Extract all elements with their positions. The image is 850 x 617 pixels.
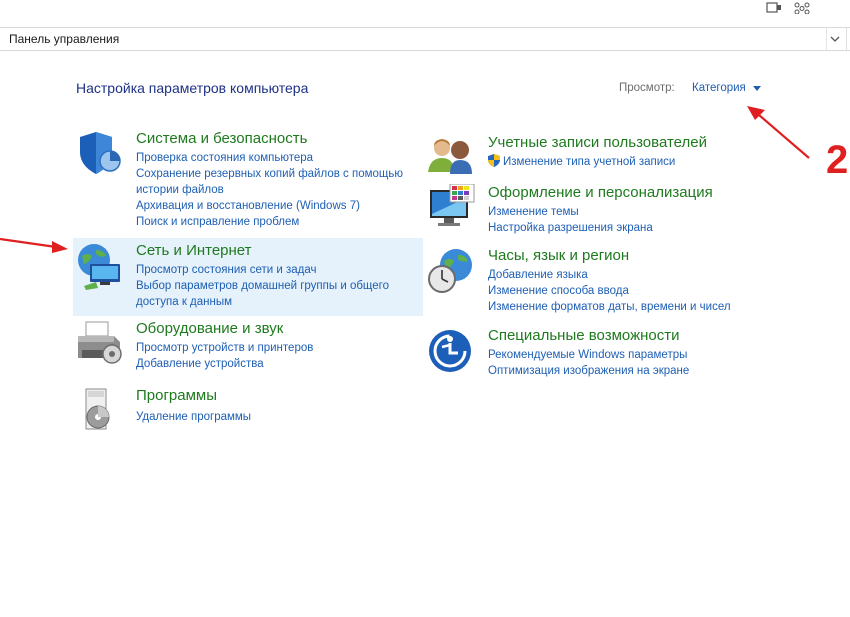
focus-assist-icon[interactable] <box>794 1 810 15</box>
link-troubleshoot[interactable]: Поиск и исправление проблем <box>136 214 421 230</box>
link-change-account-type[interactable]: Изменение типа учетной записи <box>488 154 675 172</box>
link-change-theme[interactable]: Изменение темы <box>488 204 653 220</box>
programs-disc-icon <box>76 387 124 435</box>
address-path[interactable]: Панель управления <box>9 32 119 46</box>
link-date-formats[interactable]: Изменение форматов даты, времени и чисел <box>488 299 731 315</box>
category-title[interactable]: Программы <box>136 387 217 404</box>
category-title[interactable]: Часы, язык и регион <box>488 247 629 264</box>
link-add-language[interactable]: Добавление языка <box>488 267 731 283</box>
network-globe-icon <box>76 242 124 290</box>
uac-shield-icon <box>488 154 500 172</box>
annotation-arrow-left <box>0 237 68 253</box>
link-file-history[interactable]: Сохранение резервных копий файлов с помо… <box>136 166 421 198</box>
link-input-method[interactable]: Изменение способа ввода <box>488 283 731 299</box>
view-by-dropdown[interactable]: Категория <box>692 82 746 94</box>
link-backup-restore[interactable]: Архивация и восстановление (Windows 7) <box>136 198 421 214</box>
category-hardware-sound[interactable]: Оборудование и звук Просмотр устройств и… <box>76 320 426 380</box>
window-snap-icon[interactable] <box>766 1 782 15</box>
page-title: Настройка параметров компьютера <box>76 80 309 96</box>
category-clock-region[interactable]: Часы, язык и регион Добавление языка Изм… <box>428 247 758 315</box>
category-title[interactable]: Специальные возможности <box>488 327 680 344</box>
link-screen-resolution[interactable]: Настройка разрешения экрана <box>488 220 653 236</box>
link-network-status[interactable]: Просмотр состояния сети и задач <box>136 262 421 278</box>
shield-icon <box>76 130 124 178</box>
monitor-palette-icon <box>428 183 476 232</box>
view-by-label: Просмотр: <box>619 82 675 94</box>
address-bar[interactable]: Панель управления <box>0 27 850 51</box>
annotation-marker: 2 <box>826 138 849 182</box>
link-uninstall-program[interactable]: Удаление программы <box>136 409 251 425</box>
category-accessibility[interactable]: Специальные возможности Рекомендуемые Wi… <box>428 327 758 377</box>
category-appearance[interactable]: Оформление и персонализация Изменение те… <box>428 183 758 236</box>
link-optimize-display[interactable]: Оптимизация изображения на экране <box>488 363 689 379</box>
view-caret-icon[interactable] <box>753 86 761 91</box>
category-title[interactable]: Учетные записи пользователей <box>488 134 707 151</box>
accessibility-icon <box>428 327 476 375</box>
category-title[interactable]: Сеть и Интернет <box>136 242 252 259</box>
category-network-internet[interactable]: Сеть и Интернет Просмотр состояния сети … <box>76 242 426 317</box>
link-label: Изменение типа учетной записи <box>503 156 676 168</box>
link-recommended-settings[interactable]: Рекомендуемые Windows параметры <box>488 347 689 363</box>
top-strip <box>0 0 850 26</box>
link-check-status[interactable]: Проверка состояния компьютера <box>136 150 421 166</box>
category-title[interactable]: Оформление и персонализация <box>488 184 713 201</box>
printer-icon <box>76 320 124 368</box>
link-devices-printers[interactable]: Просмотр устройств и принтеров <box>136 340 313 356</box>
annotation-arrow-right <box>747 106 810 159</box>
users-icon <box>428 134 476 182</box>
category-programs[interactable]: Программы Удаление программы <box>76 387 426 435</box>
link-add-device[interactable]: Добавление устройства <box>136 356 313 372</box>
category-title[interactable]: Система и безопасность <box>136 130 307 147</box>
category-user-accounts[interactable]: Учетные записи пользователей Изменение т… <box>428 134 758 182</box>
category-title[interactable]: Оборудование и звук <box>136 320 283 337</box>
address-dropdown-button[interactable] <box>826 28 843 50</box>
clock-globe-icon <box>428 247 476 295</box>
address-edge <box>846 28 850 50</box>
chevron-down-icon <box>830 36 840 42</box>
link-homegroup[interactable]: Выбор параметров домашней группы и общег… <box>136 278 421 310</box>
category-system-security[interactable]: Система и безопасность Проверка состояни… <box>76 130 426 230</box>
